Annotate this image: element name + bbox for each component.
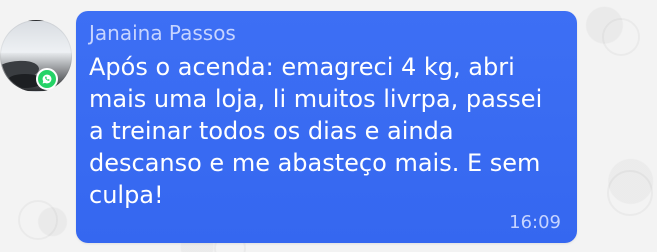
wallpaper-doodle — [18, 200, 58, 240]
wallpaper-doodle — [602, 18, 640, 56]
chat-canvas: Janaina Passos Após o acenda: emagreci 4… — [0, 0, 657, 252]
message-text: Após o acenda: emagreci 4 kg, abri mais … — [89, 53, 543, 209]
whatsapp-icon — [36, 68, 58, 90]
wallpaper-doodle — [607, 170, 653, 216]
sender-name: Janaina Passos — [89, 21, 236, 45]
message-timestamp: 16:09 — [509, 212, 561, 233]
message-bubble[interactable]: Janaina Passos Após o acenda: emagreci 4… — [76, 11, 577, 243]
